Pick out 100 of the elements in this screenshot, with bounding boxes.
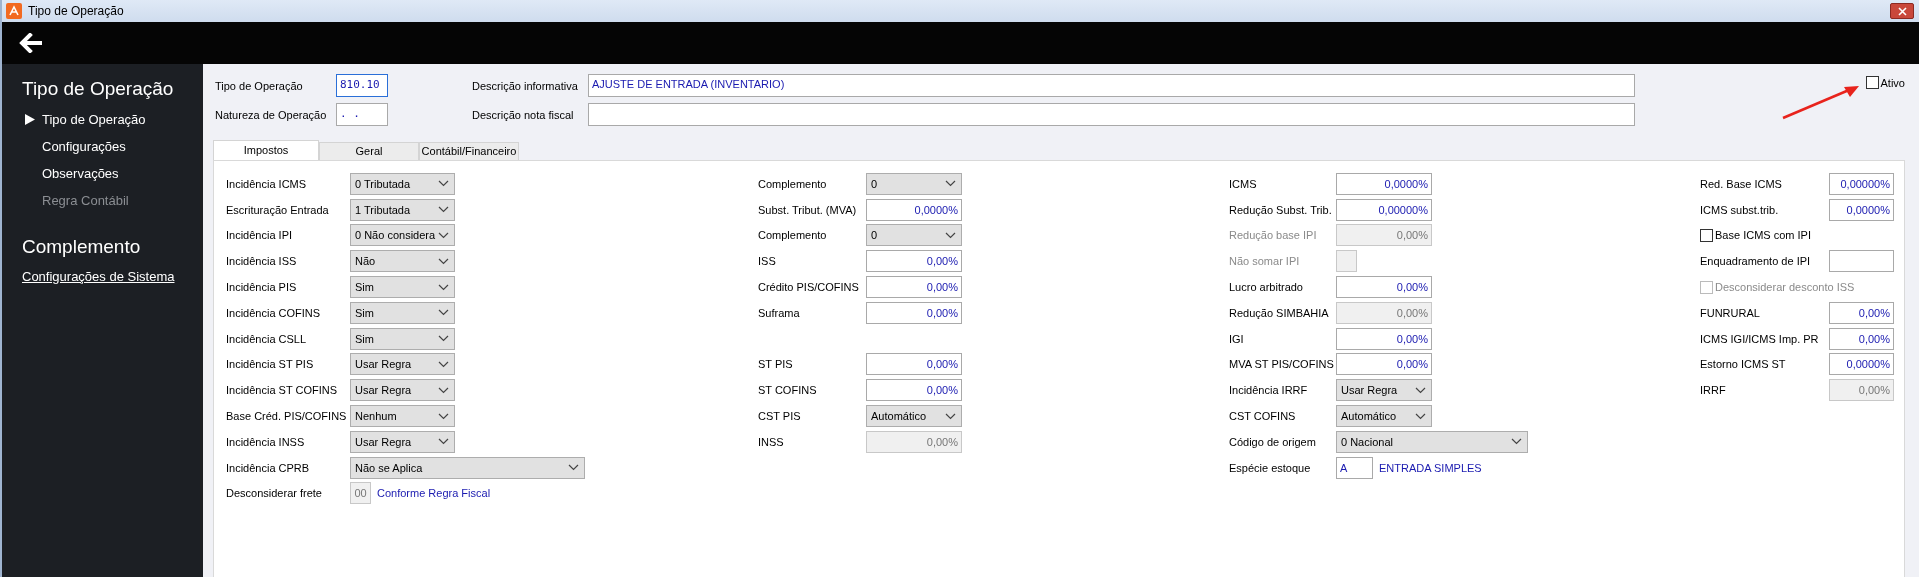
input-field[interactable]: 0,00000% — [1336, 198, 1432, 221]
caret-icon — [945, 180, 956, 188]
field-label: Incidência PIS — [226, 281, 298, 294]
caret-icon — [438, 360, 449, 368]
field-label: Redução SIMBAHIA — [1229, 306, 1330, 319]
field-label: Escrituração Entrada — [226, 203, 330, 216]
dropdown[interactable]: Usar Regra — [350, 379, 455, 402]
field-label: ICMS subst.trib. — [1700, 203, 1780, 216]
dropdown[interactable]: Sim — [350, 301, 455, 324]
field-label: Natureza de Operação — [214, 108, 328, 121]
input-field[interactable]: . . — [336, 103, 388, 126]
field-label: Lucro arbitrado — [1229, 281, 1304, 294]
caret-icon — [438, 257, 449, 265]
dropdown[interactable]: Usar Regra — [350, 353, 455, 376]
input-field[interactable]: 0,00% — [866, 379, 962, 402]
field-label: CST PIS — [758, 410, 802, 423]
field-label: Incidência ISS — [226, 255, 298, 268]
back-arrow-icon[interactable] — [18, 33, 42, 53]
field-label: Incidência INSS — [226, 435, 306, 448]
sidebar-item[interactable]: Tipo de Operação — [22, 106, 146, 133]
input-field[interactable]: 810.10 — [336, 74, 388, 97]
checkbox[interactable]: Ativo — [1865, 76, 1905, 89]
close-icon — [1897, 6, 1907, 16]
caret-icon — [438, 412, 449, 420]
caret-icon — [1415, 386, 1426, 394]
caret-icon — [1415, 412, 1426, 420]
field-label: INSS — [758, 435, 785, 448]
dropdown[interactable]: 0 Nacional — [1336, 430, 1528, 453]
caret-icon — [568, 464, 579, 472]
window-title: Tipo de Operação — [28, 4, 124, 18]
input-field[interactable]: 0,0000% — [866, 198, 962, 221]
input-field[interactable]: 0,00% — [866, 301, 962, 324]
caret-icon — [945, 232, 956, 239]
dropdown[interactable]: Automático — [1336, 405, 1432, 428]
dropdown[interactable]: Sim — [350, 327, 455, 350]
input-field[interactable]: 0,00% — [1336, 276, 1432, 299]
field-label: ST COFINS — [758, 384, 818, 397]
input-field[interactable]: 0,00% — [1829, 301, 1894, 324]
input-field[interactable]: 0,0000% — [1829, 353, 1894, 376]
field-label: IGI — [1229, 332, 1245, 345]
checkbox[interactable]: Base ICMS com IPI — [1700, 229, 1811, 242]
link[interactable]: Configurações de Sistema — [22, 266, 175, 288]
input-field[interactable]: AJUSTE DE ENTRADA (INVENTARIO) — [588, 74, 1635, 97]
app-icon — [6, 3, 22, 19]
field-label: Incidência IRRF — [1229, 384, 1309, 397]
field-label: Incidência ST PIS — [226, 358, 315, 371]
input-field[interactable]: 0,00% — [866, 276, 962, 299]
field-label: Complemento — [758, 177, 828, 190]
field-label: ST PIS — [758, 358, 794, 371]
tab[interactable]: Contábil/Financeiro — [419, 142, 519, 160]
field-label: Tipo de Operação — [214, 79, 304, 92]
input-field[interactable]: A — [1336, 456, 1373, 479]
field-label: Suframa — [758, 306, 801, 319]
tab[interactable]: Geral — [319, 142, 419, 160]
field-label: Código de origem — [1229, 435, 1317, 448]
field-label: ISS — [758, 255, 777, 268]
dropdown[interactable]: Não — [350, 250, 455, 273]
caret-icon — [438, 335, 449, 343]
dropdown[interactable]: 0 Não considera — [350, 224, 455, 247]
caret-icon — [438, 438, 449, 446]
dropdown[interactable]: Não se Aplica — [350, 456, 585, 479]
dropdown[interactable]: Sim — [350, 276, 455, 299]
field-label: FUNRURAL — [1700, 306, 1761, 319]
input-field[interactable] — [588, 103, 1635, 126]
input-field[interactable]: 0,00% — [1336, 353, 1432, 376]
caret-icon — [945, 412, 956, 420]
input-field[interactable]: 0,0000% — [1829, 198, 1894, 221]
dropdown[interactable]: 0 — [866, 224, 962, 247]
dropdown[interactable]: 1 Tributada — [350, 198, 455, 221]
field-label: Não somar IPI — [1229, 255, 1301, 268]
dropdown[interactable]: Usar Regra — [350, 430, 455, 453]
field-label: Incidência ICMS — [226, 177, 308, 190]
sidebar-item[interactable]: Observações — [22, 160, 119, 187]
dropdown[interactable]: Nenhum — [350, 405, 455, 428]
section-heading: Tipo de Operação — [22, 77, 174, 101]
field-label: Red. Base ICMS — [1700, 177, 1783, 190]
sidebar-item[interactable]: Configurações — [22, 133, 126, 160]
close-button[interactable] — [1890, 3, 1914, 19]
field-label: Enquadramento de IPI — [1700, 255, 1812, 268]
input-field[interactable] — [1829, 250, 1894, 273]
input-field[interactable]: 0,00% — [1336, 327, 1432, 350]
input-field[interactable]: 0,0000% — [1336, 172, 1432, 195]
description-text: Conforme Regra Fiscal — [377, 487, 491, 500]
field-label: Espécie estoque — [1229, 461, 1312, 474]
dropdown[interactable]: 0 Tributada — [350, 172, 455, 195]
section-heading: Complemento — [22, 235, 141, 259]
dropdown[interactable]: Automático — [866, 405, 962, 428]
input-field[interactable]: 0,00000% — [1829, 172, 1894, 195]
field-label: Estorno ICMS ST — [1700, 358, 1787, 371]
caret-icon — [438, 283, 449, 291]
field-label: Descrição nota fiscal — [471, 108, 575, 121]
field-label: ICMS IGI/ICMS Imp. PR — [1700, 332, 1820, 345]
field-label: Incidência IPI — [226, 229, 294, 242]
field-label: Redução Subst. Trib. — [1229, 203, 1333, 216]
dropdown[interactable]: 0 — [866, 172, 962, 195]
input-field[interactable]: 0,00% — [1829, 327, 1894, 350]
tab[interactable]: Impostos — [213, 140, 319, 160]
dropdown[interactable]: Usar Regra — [1336, 379, 1432, 402]
input-field[interactable]: 0,00% — [866, 353, 962, 376]
input-field[interactable]: 0,00% — [866, 250, 962, 273]
